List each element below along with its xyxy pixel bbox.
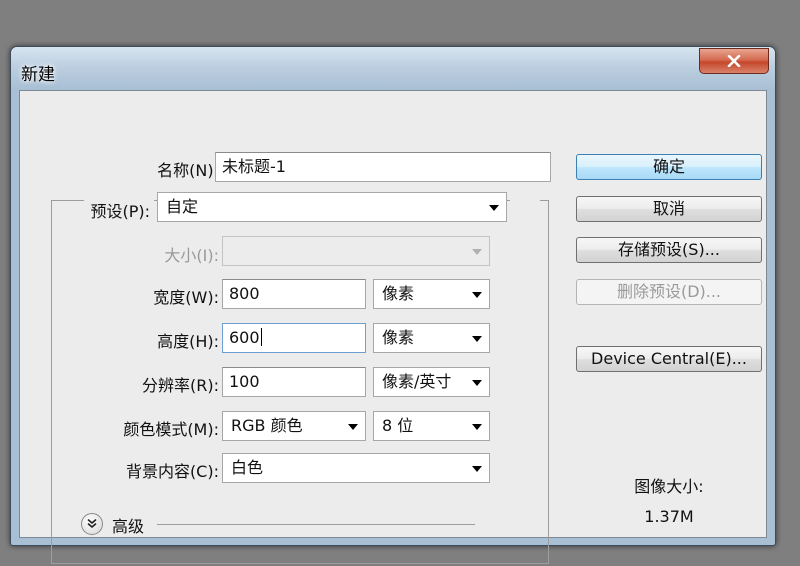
height-label: 高度(H): [157,332,219,351]
save-preset-button[interactable]: 存储预设(S)... [576,237,762,263]
resolution-input[interactable]: 100 [222,367,366,397]
close-button[interactable] [699,48,769,74]
chevron-down-icon [472,466,482,472]
width-unit-value: 像素 [382,284,415,303]
cancel-button[interactable]: 取消 [576,196,762,222]
delete-preset-button: 删除预设(D)... [576,279,762,305]
device-central-button[interactable]: Device Central(E)... [576,346,762,372]
close-icon [727,55,741,67]
title-bar[interactable]: 新建 [11,47,775,91]
name-input[interactable]: 未标题-1 [215,152,551,182]
resolution-unit-value: 像素/英寸 [382,372,452,391]
width-unit-select[interactable]: 像素 [373,279,490,309]
resolution-label: 分辨率(R): [142,376,219,395]
image-size-label: 图像大小: [634,477,704,496]
size-select [222,236,490,266]
preset-select[interactable]: 自定 [157,192,507,222]
width-label: 宽度(W): [153,288,219,307]
image-size-value: 1.37M [644,507,694,526]
background-select[interactable]: 白色 [222,453,490,483]
advanced-toggle[interactable] [81,513,103,535]
height-value: 600 [229,328,260,347]
chevron-down-icon [472,249,482,255]
color-mode-label: 颜色模式(M): [123,420,219,439]
ok-button[interactable]: 确定 [576,154,762,180]
preset-value: 自定 [166,197,199,216]
chevron-down-icon [472,336,482,342]
chevron-down-icon [472,424,482,430]
group-box-gap [510,196,540,204]
background-label: 背景内容(C): [125,462,219,481]
chevron-down-icon [472,380,482,386]
bit-depth-select[interactable]: 8 位 [373,411,490,441]
height-unit-value: 像素 [382,328,415,347]
new-document-dialog: 新建 名称(N): 未标题-1 预设(P): 自定 大小(I): 宽度(W): … [10,46,776,564]
height-input[interactable]: 600 [222,323,366,353]
name-label: 名称(N): [157,161,219,180]
advanced-divider [157,524,475,525]
chevron-down-icon [348,424,358,430]
chevron-down-icon [489,205,499,211]
background-value: 白色 [231,458,264,477]
double-chevron-down-icon [87,519,97,528]
advanced-label: 高级 [112,517,145,536]
size-label: 大小(I): [164,246,219,265]
chevron-down-icon [472,292,482,298]
dialog-body: 名称(N): 未标题-1 预设(P): 自定 大小(I): 宽度(W): 800… [19,90,767,564]
height-unit-select[interactable]: 像素 [373,323,490,353]
width-input[interactable]: 800 [222,279,366,309]
bit-depth-value: 8 位 [382,416,414,435]
resolution-unit-select[interactable]: 像素/英寸 [373,367,490,397]
text-caret [260,328,262,346]
dialog-title: 新建 [21,65,55,85]
color-mode-select[interactable]: RGB 颜色 [222,411,366,441]
preset-label: 预设(P): [84,198,154,222]
color-mode-value: RGB 颜色 [231,416,303,435]
